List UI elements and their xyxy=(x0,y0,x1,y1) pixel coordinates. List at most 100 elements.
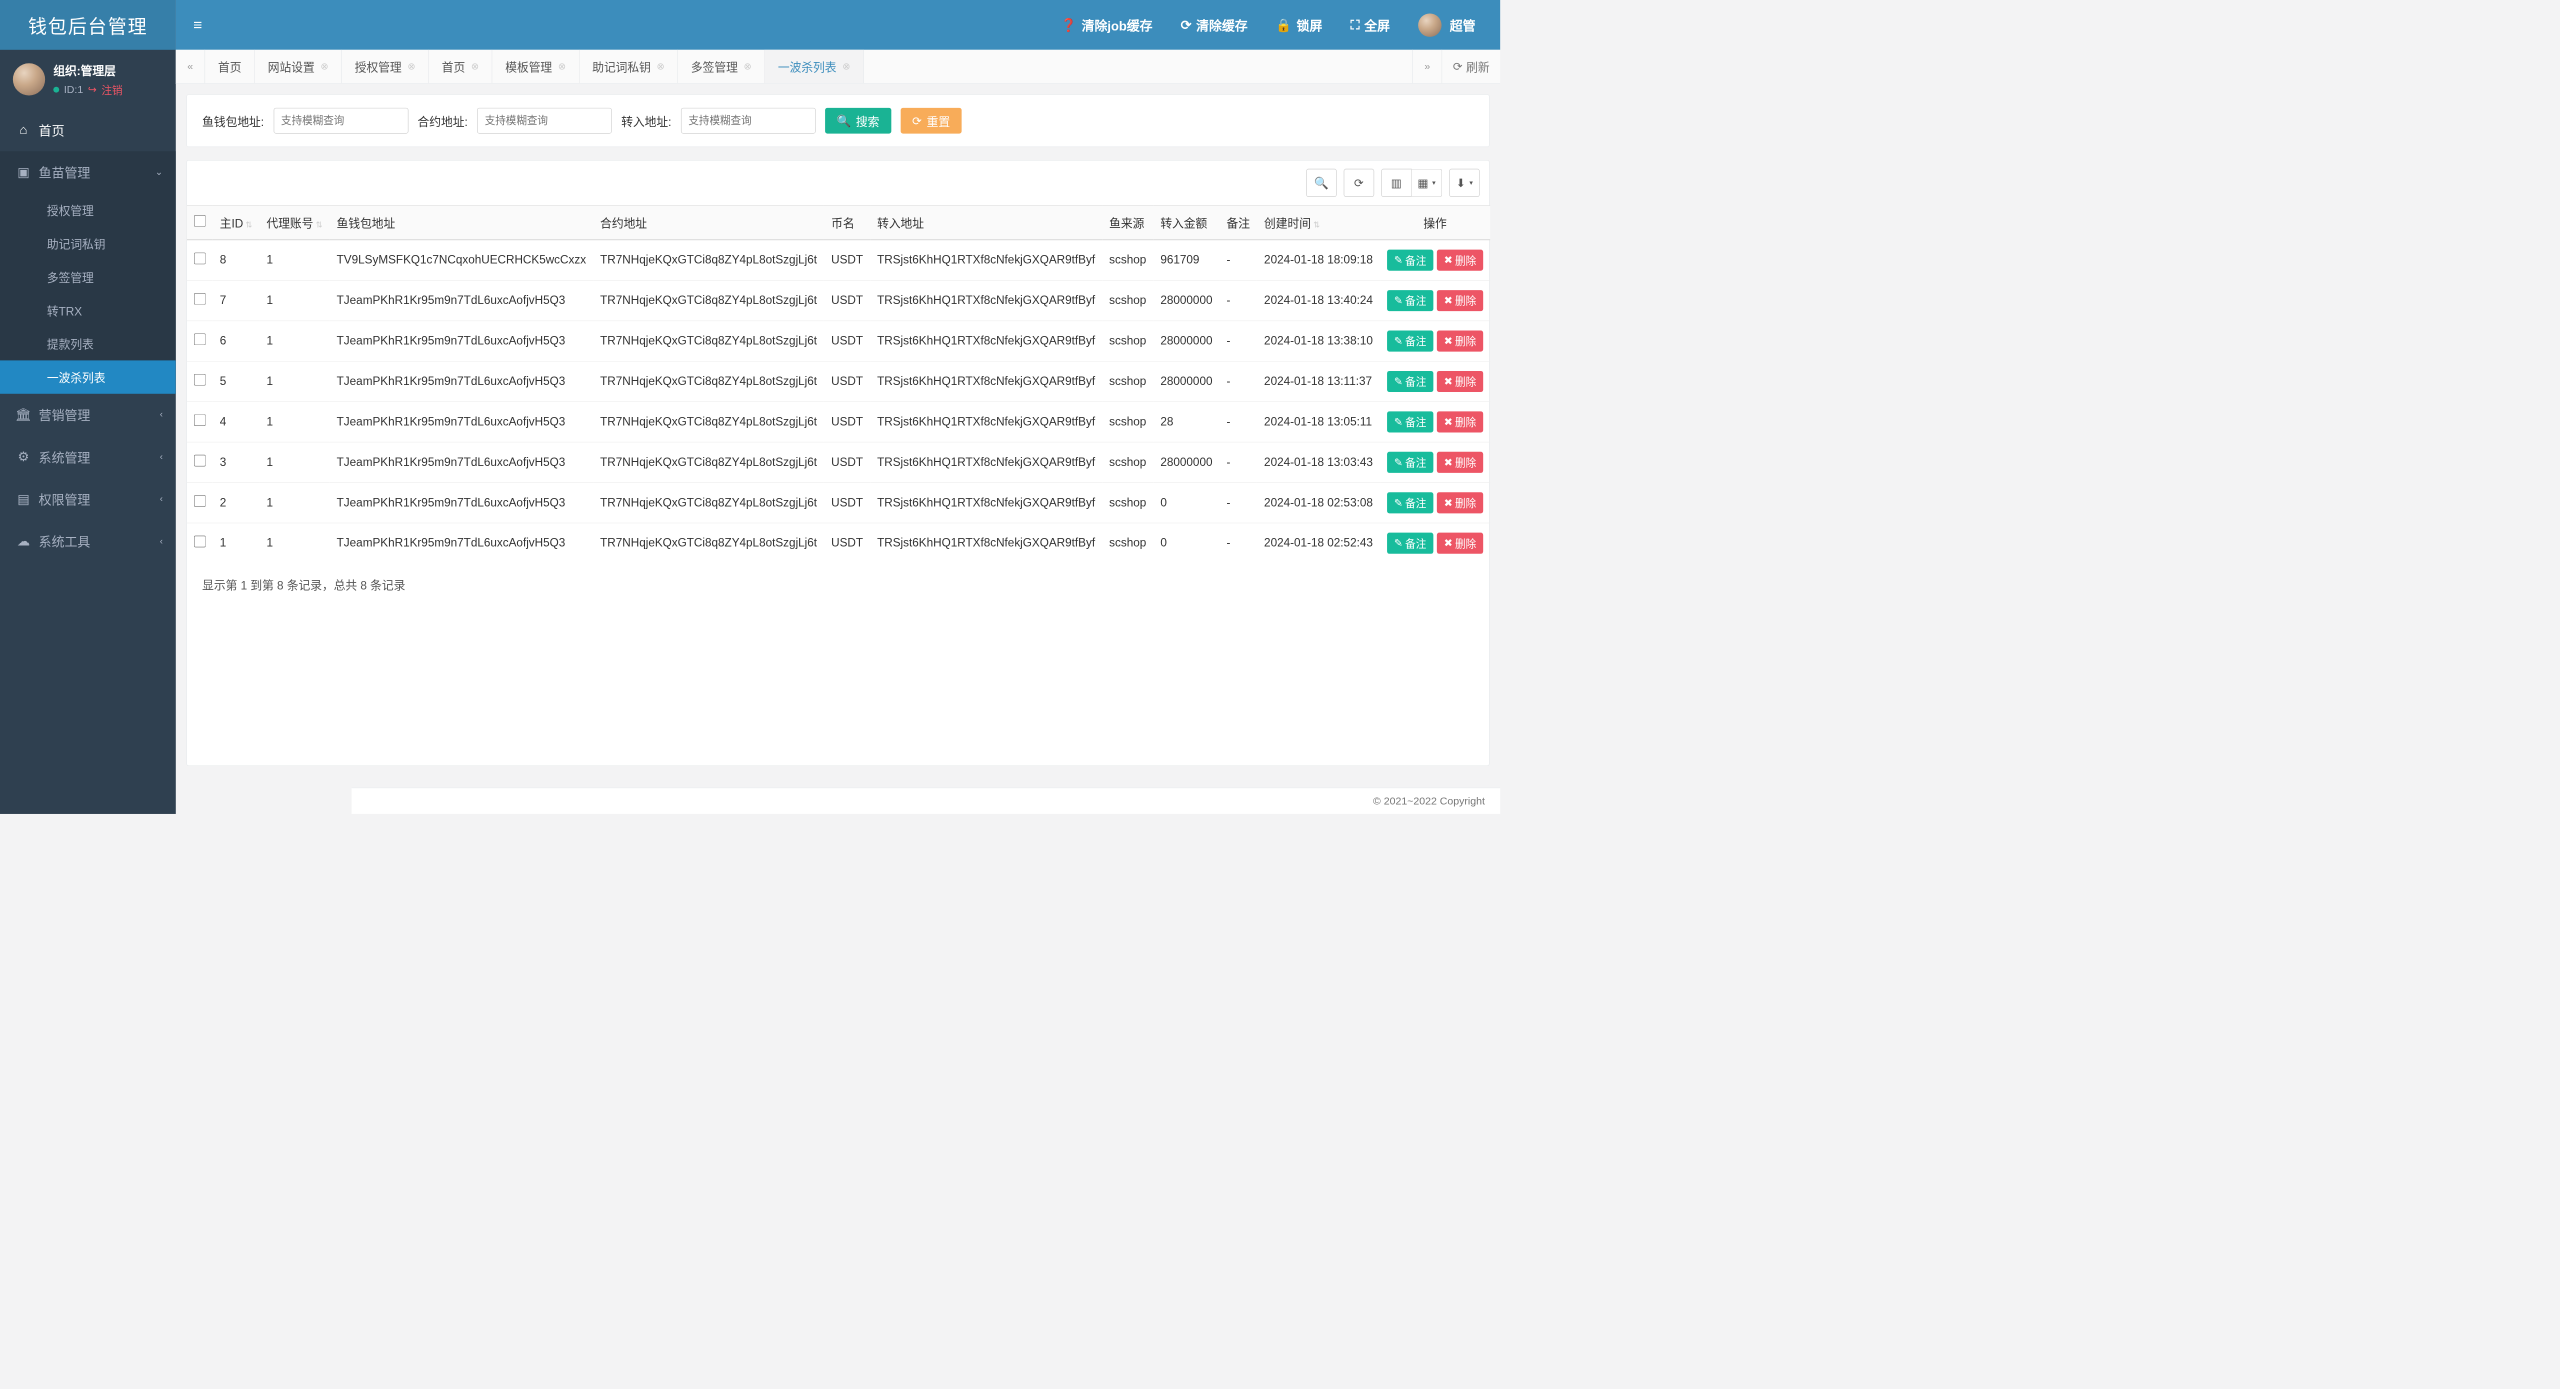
cell-contract: TR7NHqjeKQxGTCi8q8ZY4pL8otSzgjLj6t xyxy=(593,240,824,281)
tab[interactable]: 模板管理⊗ xyxy=(492,50,579,83)
nav-sub-item[interactable]: 一波杀列表 xyxy=(0,360,176,393)
delete-button[interactable]: ✖删除 xyxy=(1437,290,1483,311)
nav-sub-item[interactable]: 多签管理 xyxy=(0,260,176,293)
filter-transfer-input[interactable] xyxy=(681,108,816,134)
toolbar-refresh-button[interactable]: ⟳ xyxy=(1344,169,1374,197)
tab-close-icon[interactable]: ⊗ xyxy=(657,61,665,73)
nav-sub-item[interactable]: 提款列表 xyxy=(0,327,176,360)
tabs-scroll-right[interactable]: » xyxy=(1412,50,1441,83)
note-button[interactable]: ✎备注 xyxy=(1387,492,1433,513)
table-header[interactable]: 主ID⇅ xyxy=(213,205,260,239)
tab-close-icon[interactable]: ⊗ xyxy=(842,61,850,73)
delete-button[interactable]: ✖删除 xyxy=(1437,533,1483,554)
tab[interactable]: 多签管理⊗ xyxy=(678,50,765,83)
table-header[interactable]: 币名 xyxy=(824,205,870,239)
select-all-checkbox[interactable] xyxy=(194,215,206,227)
logout-link[interactable]: 注销 xyxy=(101,82,122,97)
tab-label: 助记词私钥 xyxy=(592,58,651,75)
table-header[interactable]: 创建时间⇅ xyxy=(1257,205,1380,239)
lock-screen-button[interactable]: 🔒 锁屏 xyxy=(1262,16,1337,35)
table-header[interactable]: 合约地址 xyxy=(593,205,824,239)
row-checkbox[interactable] xyxy=(194,253,206,265)
note-button[interactable]: ✎备注 xyxy=(1387,533,1433,554)
clear-job-cache-button[interactable]: ❓ 清除job缓存 xyxy=(1047,16,1167,35)
cell-agent: 1 xyxy=(259,442,329,482)
tab[interactable]: 授权管理⊗ xyxy=(342,50,429,83)
row-checkbox[interactable] xyxy=(194,414,206,426)
table-header[interactable]: 操作 xyxy=(1380,205,1490,239)
fullscreen-button[interactable]: ⛶ 全屏 xyxy=(1336,16,1404,35)
cell-agent: 1 xyxy=(259,361,329,401)
row-checkbox[interactable] xyxy=(194,455,206,467)
tab[interactable]: 首页 xyxy=(205,50,255,83)
nav-sub-item[interactable]: 授权管理 xyxy=(0,193,176,226)
nav-group-label: 鱼苗管理 xyxy=(39,163,91,182)
search-button[interactable]: 🔍 搜索 xyxy=(825,108,891,134)
nav-home[interactable]: ⌂ 首页 xyxy=(0,109,176,151)
delete-button[interactable]: ✖删除 xyxy=(1437,492,1483,513)
tab-close-icon[interactable]: ⊗ xyxy=(408,61,416,73)
nav-group[interactable]: ☁系统工具‹ xyxy=(0,520,176,562)
toolbar-search-button[interactable]: 🔍 xyxy=(1306,169,1336,197)
row-checkbox[interactable] xyxy=(194,536,206,548)
note-button[interactable]: ✎备注 xyxy=(1387,290,1433,311)
tabs-scroll-left[interactable]: « xyxy=(176,50,205,83)
cell-amount: 0 xyxy=(1153,523,1219,563)
filter-contract-input[interactable] xyxy=(477,108,612,134)
table-header[interactable]: 转入金额 xyxy=(1153,205,1219,239)
delete-button-label: 删除 xyxy=(1455,374,1476,389)
delete-button[interactable]: ✖删除 xyxy=(1437,411,1483,432)
tab-close-icon[interactable]: ⊗ xyxy=(471,61,479,73)
nav-group[interactable]: ⚙系统管理‹ xyxy=(0,436,176,478)
tab[interactable]: 一波杀列表⊗ xyxy=(765,50,864,83)
table-header[interactable]: 备注 xyxy=(1220,205,1258,239)
note-button[interactable]: ✎备注 xyxy=(1387,452,1433,473)
note-button[interactable]: ✎备注 xyxy=(1387,371,1433,392)
toolbar-export-button[interactable]: ⬇ ▾ xyxy=(1449,169,1479,197)
note-button[interactable]: ✎备注 xyxy=(1387,331,1433,352)
cell-source: scshop xyxy=(1102,523,1153,563)
tab-close-icon[interactable]: ⊗ xyxy=(744,61,752,73)
row-checkbox[interactable] xyxy=(194,374,206,386)
hamburger-icon[interactable]: ≡ xyxy=(186,16,209,34)
avatar[interactable] xyxy=(13,63,45,95)
delete-button[interactable]: ✖删除 xyxy=(1437,371,1483,392)
nav-sub-item[interactable]: 助记词私钥 xyxy=(0,227,176,260)
toolbar-columns-button[interactable]: ▦ ▾ xyxy=(1412,169,1442,197)
table-header[interactable]: 鱼来源 xyxy=(1102,205,1153,239)
edit-icon: ✎ xyxy=(1394,254,1403,266)
row-checkbox[interactable] xyxy=(194,333,206,345)
delete-button[interactable]: ✖删除 xyxy=(1437,452,1483,473)
clear-cache-button[interactable]: ⟳ 清除缓存 xyxy=(1167,16,1262,35)
cell-time: 2024-01-18 13:40:24 xyxy=(1257,280,1380,320)
row-checkbox[interactable] xyxy=(194,495,206,507)
table-header[interactable]: 代理账号⇅ xyxy=(259,205,329,239)
note-button[interactable]: ✎备注 xyxy=(1387,250,1433,271)
cell-agent: 1 xyxy=(259,402,329,442)
reset-button[interactable]: ⟳ 重置 xyxy=(900,108,961,134)
table-header[interactable]: 转入地址 xyxy=(870,205,1102,239)
delete-button[interactable]: ✖删除 xyxy=(1437,250,1483,271)
nav-group[interactable]: 🏛营销管理‹ xyxy=(0,394,176,436)
nav-sub-item[interactable]: 转TRX xyxy=(0,294,176,327)
table-row: 7 1 TJeamPKhR1Kr95m9n7TdL6uxcAofjvH5Q3 T… xyxy=(187,280,1490,320)
note-button[interactable]: ✎备注 xyxy=(1387,411,1433,432)
delete-button[interactable]: ✖删除 xyxy=(1437,331,1483,352)
search-icon: 🔍 xyxy=(837,113,852,128)
cell-coin: USDT xyxy=(824,402,870,442)
tab[interactable]: 首页⊗ xyxy=(429,50,493,83)
tab-close-icon[interactable]: ⊗ xyxy=(321,61,329,73)
tab-close-icon[interactable]: ⊗ xyxy=(558,61,566,73)
cell-note: - xyxy=(1220,280,1258,320)
tab[interactable]: 助记词私钥 ⊗ xyxy=(579,50,678,83)
tabs-refresh[interactable]: ⟳ 刷新 xyxy=(1442,50,1500,83)
toolbar-toggle-button[interactable]: ▥ xyxy=(1381,169,1411,197)
row-checkbox[interactable] xyxy=(194,293,206,305)
filter-wallet-input[interactable] xyxy=(273,108,408,134)
table-header-label: 备注 xyxy=(1227,217,1250,230)
tab[interactable]: 网站设置⊗ xyxy=(255,50,342,83)
table-header[interactable]: 鱼钱包地址 xyxy=(330,205,594,239)
user-menu[interactable]: 超管 xyxy=(1404,13,1490,36)
nav-group[interactable]: ▣鱼苗管理⌄ xyxy=(0,151,176,193)
nav-group[interactable]: ▤权限管理‹ xyxy=(0,478,176,520)
